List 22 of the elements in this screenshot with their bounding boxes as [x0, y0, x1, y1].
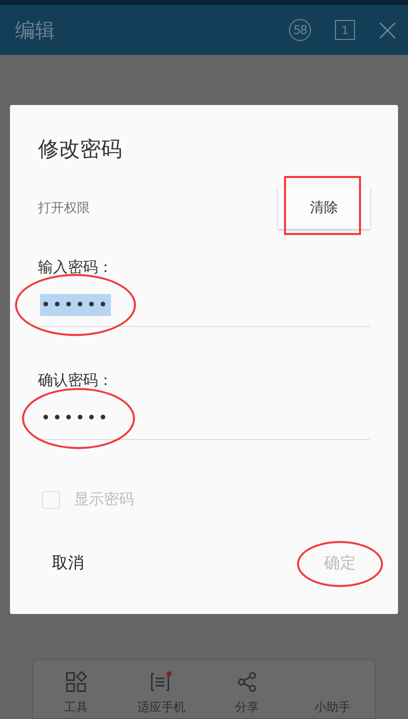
password-field[interactable]: •••••• — [38, 294, 370, 327]
password-field[interactable]: •••••• — [38, 407, 370, 440]
toolbar-label[interactable]: 分享 — [234, 699, 259, 716]
checkbox-label: 显示密码 — [74, 490, 134, 509]
cancel-button[interactable]: 取消 — [48, 549, 88, 578]
window-title: 编辑 — [15, 16, 55, 44]
share-icon[interactable] — [236, 671, 258, 693]
document-icon[interactable] — [149, 671, 174, 693]
dialog-title: 修改密码 — [38, 136, 123, 163]
toolbar-label[interactable]: 小助手 — [314, 699, 350, 716]
count-icon[interactable]: 58 — [289, 19, 311, 41]
field-label: 确认密码： — [38, 370, 114, 391]
permission-label: 打开权限 — [38, 200, 90, 217]
password-dots: •••••• — [40, 294, 111, 316]
grid-icon[interactable] — [64, 671, 87, 693]
field-label: 输入密码： — [38, 257, 114, 278]
password-dots: •••••• — [40, 407, 111, 429]
page-icon[interactable]: 1 — [335, 20, 355, 40]
close-icon[interactable] — [379, 22, 396, 38]
toolbar-label[interactable]: 适应手机 — [137, 699, 186, 716]
toolbar-label[interactable]: 工具 — [64, 699, 88, 716]
clear-button[interactable]: 清除 — [278, 187, 370, 229]
